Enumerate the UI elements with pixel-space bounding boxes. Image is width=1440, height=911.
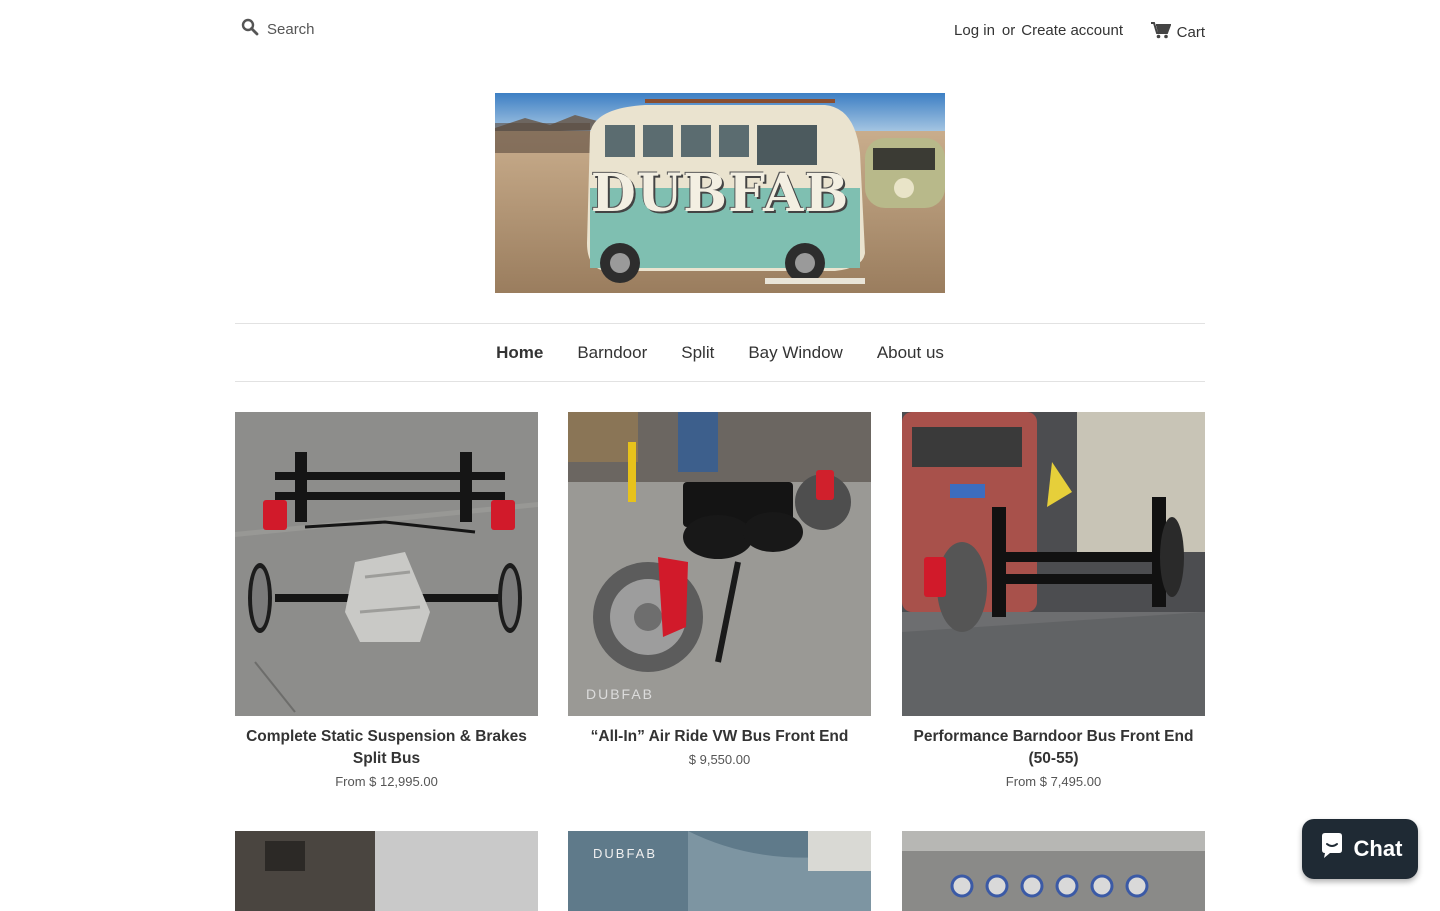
top-bar: Log in or Create account Cart xyxy=(235,18,1205,44)
product-image xyxy=(902,412,1205,716)
cart-link[interactable]: Cart xyxy=(1150,22,1205,43)
or-text: or xyxy=(1001,22,1016,39)
chat-bubble-icon xyxy=(1318,833,1354,865)
store-logo[interactable]: DUBFAB xyxy=(495,93,945,293)
create-account-link[interactable]: Create account xyxy=(1021,22,1123,39)
product-card[interactable]: Complete Static Suspension & Brakes Spli… xyxy=(235,412,538,789)
search-input[interactable] xyxy=(265,20,429,39)
watermark-text: DUBFAB xyxy=(586,686,654,702)
main-nav: Home Barndoor Split Bay Window About us xyxy=(235,323,1205,382)
product-card[interactable] xyxy=(235,831,538,911)
product-title: “All-In” Air Ride VW Bus Front End xyxy=(590,728,849,745)
nav-home[interactable]: Home xyxy=(496,343,543,363)
watermark-text: DUBFAB xyxy=(593,846,657,861)
cart-icon xyxy=(1150,22,1177,43)
product-card[interactable]: DUBFAB xyxy=(568,831,871,911)
nav-bay-window[interactable]: Bay Window xyxy=(748,343,842,363)
chat-label: Chat xyxy=(1353,836,1403,861)
product-price: From $ 7,495.00 xyxy=(1005,774,1102,789)
cart-label: Cart xyxy=(1176,24,1205,41)
product-image: DUBFAB xyxy=(568,831,871,911)
product-price: From $ 12,995.00 xyxy=(335,774,438,789)
search-icon[interactable] xyxy=(241,18,259,41)
login-link[interactable]: Log in xyxy=(954,22,995,39)
search-form xyxy=(241,18,429,41)
product-image xyxy=(235,412,538,716)
nav-split[interactable]: Split xyxy=(681,343,714,363)
product-card[interactable]: DUBFAB “All-In” Air Ride VW Bus Front En… xyxy=(568,412,871,767)
logo-text: DUBFAB xyxy=(590,163,850,224)
account-links: Log in or Create account xyxy=(954,22,1123,39)
product-title: Complete Static Suspension & Brakes Spli… xyxy=(246,728,527,767)
product-price: $ 9,550.00 xyxy=(688,752,751,767)
product-image xyxy=(235,831,538,911)
product-card[interactable] xyxy=(902,831,1205,911)
nav-about-us[interactable]: About us xyxy=(877,343,944,363)
product-title: Performance Barndoor Bus Front End (50-5… xyxy=(913,728,1194,767)
nav-barndoor[interactable]: Barndoor xyxy=(577,343,647,363)
chat-button[interactable]: Chat xyxy=(1302,819,1418,879)
product-card[interactable]: Performance Barndoor Bus Front End (50-5… xyxy=(902,412,1205,789)
product-image xyxy=(902,831,1205,911)
product-image: DUBFAB xyxy=(568,412,871,716)
